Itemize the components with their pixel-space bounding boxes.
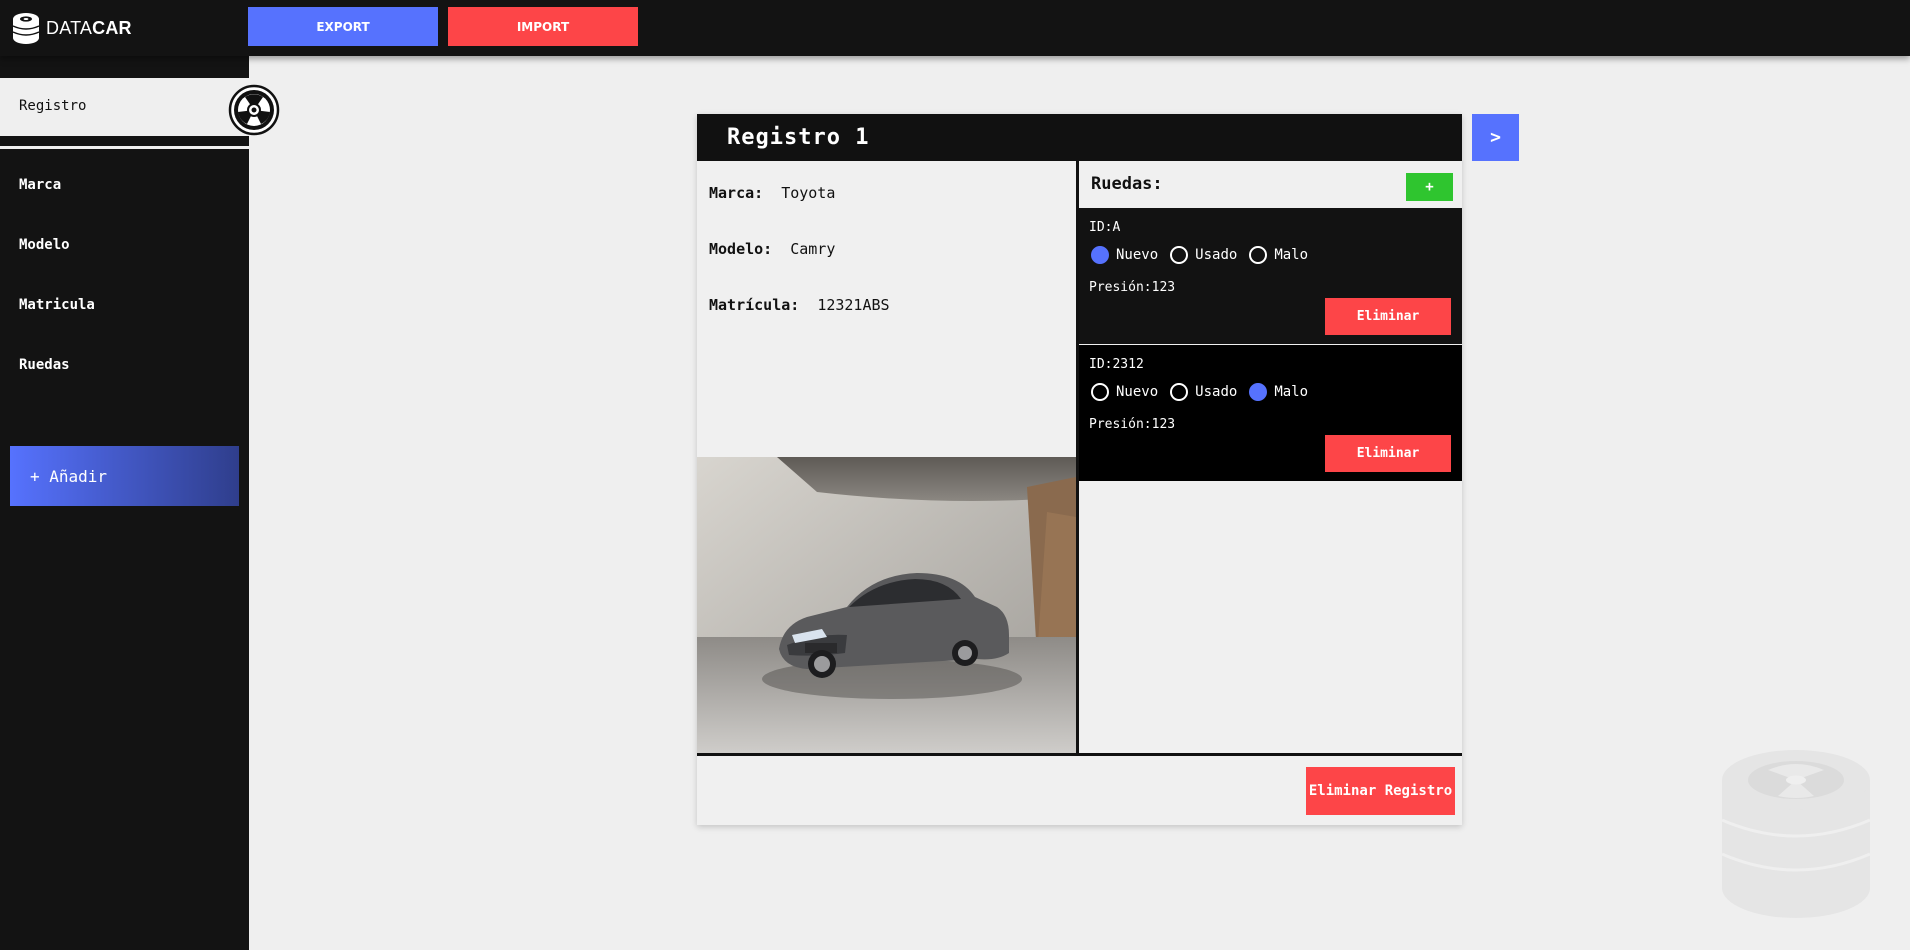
field-modelo: Modelo: Camry	[709, 240, 836, 258]
tire-stack-icon	[1721, 750, 1871, 918]
sidebar-item-modelo[interactable]: Modelo	[19, 237, 70, 253]
radio-usado[interactable]	[1170, 383, 1189, 401]
top-bar: DATACAR EXPORT IMPORT	[0, 0, 1910, 56]
wheel-pressure: Presión:123	[1089, 280, 1176, 295]
sidebar-item-matricula[interactable]: Matricula	[19, 297, 95, 313]
add-record-button[interactable]: + Añadir	[10, 446, 239, 506]
sidebar-item-label: Registro	[19, 98, 87, 114]
wheel-pressure: Presión:123	[1089, 417, 1176, 432]
record-card: Registro 1 Marca: Toyota Modelo: Camry Mat…	[697, 114, 1462, 825]
field-marca: Marca: Toyota	[709, 184, 836, 202]
record-title: Registro 1	[697, 114, 1462, 161]
delete-wheel-button[interactable]: Eliminar	[1325, 298, 1451, 335]
radio-nuevo[interactable]	[1091, 383, 1109, 401]
app-logo[interactable]: DATACAR	[12, 10, 132, 46]
add-wheel-button[interactable]: +	[1406, 173, 1453, 201]
marca-value: Toyota	[781, 184, 836, 202]
field-matricula: Matrícula: 12321ABS	[709, 296, 890, 314]
delete-wheel-button[interactable]: Eliminar	[1325, 435, 1451, 472]
sidebar-item-marca[interactable]: Marca	[19, 177, 61, 193]
radio-usado[interactable]	[1170, 246, 1189, 264]
import-button[interactable]: IMPORT	[448, 7, 638, 46]
sidebar: Registro Marca Modelo Matricula Ruedas +…	[0, 56, 249, 950]
modelo-value: Camry	[790, 240, 836, 258]
ruedas-title: Ruedas:	[1091, 174, 1163, 194]
export-button[interactable]: EXPORT	[248, 7, 438, 46]
sidebar-divider	[0, 146, 249, 149]
wheel-card: ID:A Nuevo Usado Malo Presión:123 Elimin…	[1079, 208, 1462, 344]
radio-nuevo[interactable]	[1091, 246, 1109, 264]
matricula-value: 12321ABS	[817, 296, 890, 314]
wheel-condition-group: Nuevo Usado Malo	[1091, 246, 1320, 264]
wheel-id: ID:A	[1089, 220, 1121, 235]
car-photo	[697, 457, 1076, 754]
horizontal-divider	[697, 753, 1462, 756]
wheel-condition-group: Nuevo Usado Malo	[1091, 383, 1320, 401]
sidebar-item-registro[interactable]: Registro	[0, 78, 249, 136]
tire-stack-icon	[12, 13, 40, 44]
wheel-icon[interactable]	[228, 84, 280, 136]
app-name: DATACAR	[46, 17, 132, 38]
radio-malo[interactable]	[1249, 383, 1268, 401]
radio-malo[interactable]	[1249, 246, 1268, 264]
wheel-id: ID:2312	[1089, 357, 1144, 372]
delete-record-button[interactable]: Eliminar Registro	[1306, 767, 1455, 815]
sidebar-item-ruedas[interactable]: Ruedas	[19, 357, 70, 373]
wheel-card: ID:2312 Nuevo Usado Malo Presión:123 Eli…	[1079, 345, 1462, 481]
next-record-button[interactable]: >	[1472, 114, 1519, 161]
